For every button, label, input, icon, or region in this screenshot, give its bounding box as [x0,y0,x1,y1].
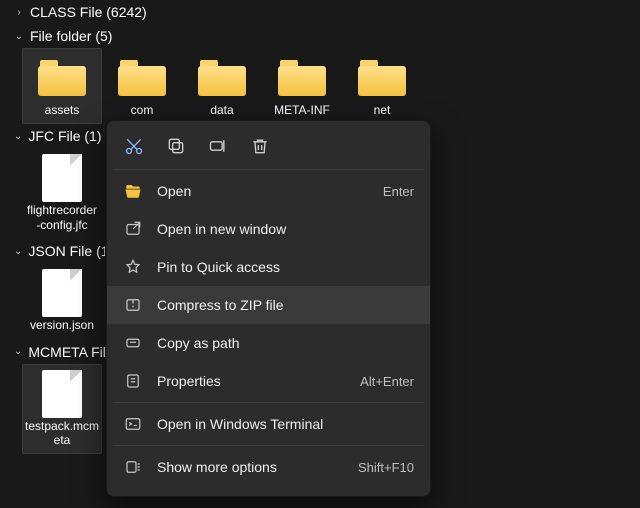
menu-shortcut: Enter [383,184,414,199]
folder-icon [272,53,332,103]
menu-item-open-new-window[interactable]: Open in new window [107,210,430,248]
file-icon [32,369,92,419]
folder-label: data [210,103,233,117]
chevron-down-icon: ⌄ [14,346,22,357]
group-header-mcmeta[interactable]: ⌄ MCMETA File (1) [0,340,105,364]
folder-icon [352,53,412,103]
menu-label: Open in Windows Terminal [157,416,323,432]
folder-label: com [131,103,154,117]
folder-label: assets [45,103,80,117]
menu-label: Open [157,183,191,199]
chevron-down-icon: ⌄ [14,246,22,257]
menu-item-copy-path[interactable]: Copy as path [107,324,430,362]
file-item-version-json[interactable]: version.json [22,263,102,339]
group-header-class-file[interactable]: › CLASS File (6242) [0,0,640,24]
menu-item-windows-terminal[interactable]: Open in Windows Terminal [107,405,430,443]
file-icon [32,268,92,318]
folder-item-net[interactable]: net [342,48,422,124]
folder-item-com[interactable]: com [102,48,182,124]
chevron-down-icon: ⌄ [14,131,22,142]
menu-item-pin-quick-access[interactable]: Pin to Quick access [107,248,430,286]
delete-icon[interactable] [249,135,271,157]
folder-icon [192,53,252,103]
menu-item-show-more-options[interactable]: Show more options Shift+F10 [107,448,430,486]
group-label: CLASS File (6242) [30,4,147,20]
folder-label: META-INF [274,103,330,117]
file-item-testpack-mcmeta[interactable]: testpack.mcmeta [22,364,102,455]
copy-icon[interactable] [165,135,187,157]
group-label: JFC File (1) [28,128,101,144]
terminal-icon [123,414,143,434]
file-label: testpack.mcmeta [25,419,99,448]
rename-icon[interactable] [207,135,229,157]
folder-open-icon [123,181,143,201]
menu-label: Pin to Quick access [157,259,280,275]
new-window-icon [123,219,143,239]
menu-label: Properties [157,373,221,389]
file-icon [32,153,92,203]
cut-icon[interactable] [123,135,145,157]
copy-path-icon [123,333,143,353]
menu-label: Show more options [157,459,277,475]
chevron-right-icon: › [14,7,24,18]
folder-items-row: assets com data META-INF net [0,48,640,124]
folder-icon [32,53,92,103]
group-header-file-folder[interactable]: ⌄ File folder (5) [0,24,640,48]
menu-label: Open in new window [157,221,286,237]
menu-shortcut: Alt+Enter [360,374,414,389]
folder-icon [112,53,172,103]
menu-separator [113,445,424,446]
folder-label: net [374,103,391,117]
group-label: File folder (5) [30,28,112,44]
group-header-json-file[interactable]: ⌄ JSON File (1) [0,239,105,263]
file-label: version.json [30,318,94,332]
folder-item-meta-inf[interactable]: META-INF [262,48,342,124]
more-options-icon [123,457,143,477]
menu-label: Copy as path [157,335,240,351]
properties-icon [123,371,143,391]
file-item-flightrecorder[interactable]: flightrecorder-config.jfc [22,148,102,239]
zip-icon [123,295,143,315]
menu-shortcut: Shift+F10 [358,460,414,475]
menu-separator [113,402,424,403]
menu-item-compress-zip[interactable]: Compress to ZIP file [107,286,430,324]
chevron-down-icon: ⌄ [14,31,24,42]
menu-item-open[interactable]: Open Enter [107,172,430,210]
menu-label: Compress to ZIP file [157,297,284,313]
group-header-jfc-file[interactable]: ⌄ JFC File (1) [0,124,105,148]
group-label: MCMETA File (1) [28,344,105,360]
menu-separator [113,169,424,170]
star-icon [123,257,143,277]
file-label: flightrecorder-config.jfc [25,203,99,232]
folder-item-assets[interactable]: assets [22,48,102,124]
group-label: JSON File (1) [28,243,105,259]
context-menu: Open Enter Open in new window Pin to Qui… [106,120,431,497]
folder-item-data[interactable]: data [182,48,262,124]
menu-item-properties[interactable]: Properties Alt+Enter [107,362,430,400]
context-menu-top-actions [107,129,430,167]
